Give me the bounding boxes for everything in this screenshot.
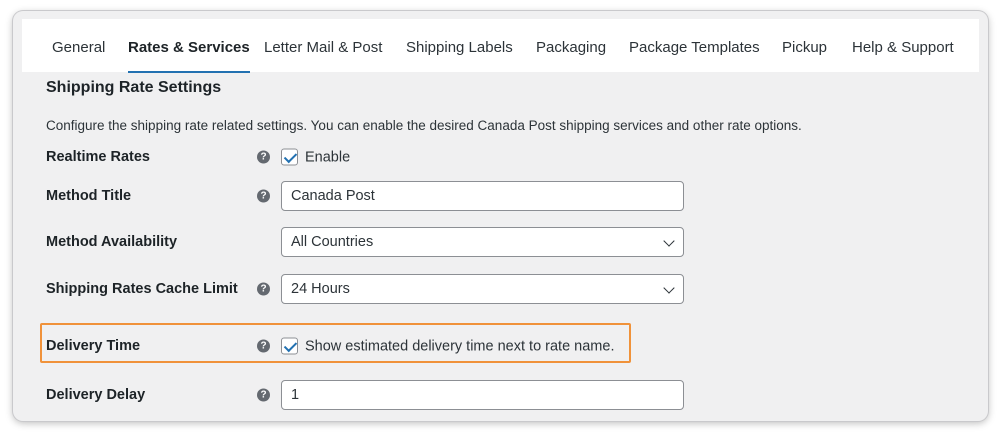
realtime-rates-checkbox-label[interactable]: Enable xyxy=(305,149,350,165)
settings-window: General Rates & Services Letter Mail & P… xyxy=(13,11,988,421)
tab-packaging[interactable]: Packaging xyxy=(536,19,606,72)
delivery-time-checkbox-label[interactable]: Show estimated delivery time next to rat… xyxy=(305,338,614,354)
row-delivery-time: Delivery Time ? Show estimated delivery … xyxy=(13,330,988,362)
row-method-title: Method Title ? Canada Post xyxy=(13,180,988,212)
delivery-time-checkbox[interactable] xyxy=(281,337,298,355)
tab-rates-services[interactable]: Rates & Services xyxy=(128,19,250,73)
help-icon[interactable]: ? xyxy=(257,189,270,203)
cache-limit-select[interactable]: 24 Hours xyxy=(281,274,684,304)
method-availability-select[interactable]: All Countries xyxy=(281,227,684,257)
tab-help-support[interactable]: Help & Support xyxy=(852,19,954,72)
tab-letter-mail-post[interactable]: Letter Mail & Post xyxy=(264,19,382,72)
tab-shipping-labels[interactable]: Shipping Labels xyxy=(406,19,513,72)
section-title: Shipping Rate Settings xyxy=(46,79,222,96)
help-icon[interactable]: ? xyxy=(257,388,270,402)
delivery-delay-label: Delivery Delay xyxy=(46,387,146,403)
delivery-delay-input[interactable]: 1 xyxy=(281,380,684,410)
tab-bar: General Rates & Services Letter Mail & P… xyxy=(22,19,979,73)
delivery-time-label: Delivery Time xyxy=(46,338,141,354)
realtime-rates-label: Realtime Rates xyxy=(46,149,150,165)
realtime-rates-control: Enable xyxy=(281,148,350,166)
tab-package-templates[interactable]: Package Templates xyxy=(629,19,760,72)
row-method-availability: Method Availability All Countries xyxy=(13,226,988,258)
method-availability-value: All Countries xyxy=(291,234,374,250)
row-delivery-delay: Delivery Delay ? 1 xyxy=(13,379,988,411)
cache-limit-label: Shipping Rates Cache Limit xyxy=(46,281,238,297)
row-realtime-rates: Realtime Rates ? Enable xyxy=(13,141,988,173)
delivery-time-control: Show estimated delivery time next to rat… xyxy=(281,337,614,355)
help-icon[interactable]: ? xyxy=(257,339,270,353)
cache-limit-value: 24 Hours xyxy=(291,281,350,297)
row-cache-limit: Shipping Rates Cache Limit ? 24 Hours xyxy=(13,273,988,305)
help-icon[interactable]: ? xyxy=(257,150,270,164)
help-icon[interactable]: ? xyxy=(257,282,270,296)
method-availability-label: Method Availability xyxy=(46,234,178,250)
chevron-down-icon xyxy=(663,235,675,247)
realtime-rates-checkbox[interactable] xyxy=(281,148,298,166)
method-title-label: Method Title xyxy=(46,188,132,204)
section-description: Configure the shipping rate related sett… xyxy=(46,118,802,133)
tab-general[interactable]: General xyxy=(52,19,105,72)
tab-pickup[interactable]: Pickup xyxy=(782,19,827,72)
chevron-down-icon xyxy=(663,282,675,294)
method-title-input[interactable]: Canada Post xyxy=(281,181,684,211)
